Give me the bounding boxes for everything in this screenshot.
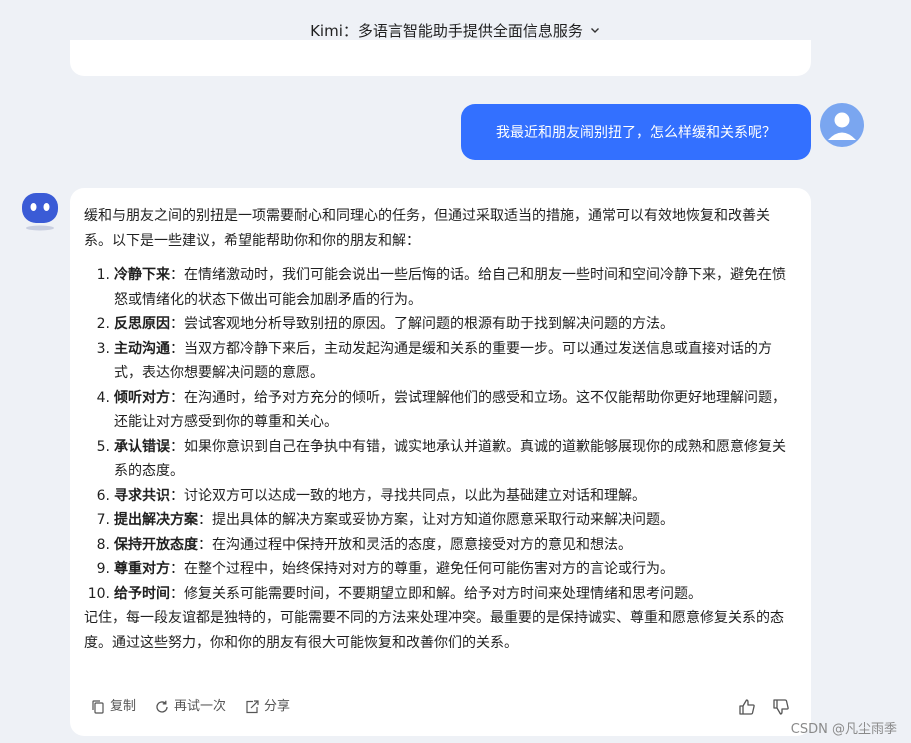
tip-title: 冷静下来: [114, 267, 170, 283]
list-item: 3. 主动沟通：当双方都冷静下来后，主动发起沟通是缓和关系的重要一步。可以通过发送…: [84, 337, 797, 386]
answer-action-bar: 复制 再试一次 分享: [90, 696, 791, 718]
thumbs-up-icon[interactable]: [737, 697, 757, 717]
user-message-bubble: 我最近和朋友闹别扭了，怎么样缓和关系呢？: [461, 104, 811, 160]
thumbs-down-icon[interactable]: [771, 697, 791, 717]
tip-title: 倾听对方: [114, 389, 170, 406]
tip-title: 主动沟通: [114, 340, 170, 357]
tip-text: ：在整个过程中，始终保持对对方的尊重，避免任何可能伤害对方的言论或行为。: [170, 561, 674, 577]
retry-label: 再试一次: [174, 698, 227, 714]
retry-icon: [156, 700, 168, 713]
tip-title: 给予时间: [114, 585, 170, 602]
retry-button[interactable]: 再试一次: [154, 695, 226, 720]
list-item: 8. 保持开放态度：在沟通过程中保持开放和灵活的态度，愿意接受对方的意见和想法。: [84, 533, 797, 558]
chat-title: Kimi：多语言智能助手提供全面信息服务: [310, 21, 583, 40]
tip-text: ：在情绪激动时，我们可能会说出一些后悔的话。给自己和朋友一些时间和空间冷静下来，…: [114, 267, 786, 308]
list-number: 2.: [96, 316, 110, 332]
list-number: 6.: [96, 487, 110, 504]
list-number: 5.: [96, 438, 110, 455]
tip-text: ：在沟通过程中保持开放和灵活的态度，愿意接受对方的意见和想法。: [198, 536, 632, 553]
list-item: 5. 承认错误：如果你意识到自己在争执中有错，诚实地承认并道歉。真诚的道歉能够展现…: [84, 435, 797, 484]
tips-list: 1. 冷静下来：在情绪激动时，我们可能会说出一些后悔的话。给自己和朋友一些时间和空…: [84, 263, 797, 606]
share-button[interactable]: 分享: [244, 695, 290, 720]
list-item: 4. 倾听对方：在沟通时，给予对方充分的倾听，尝试理解他们的感受和立场。这不仅能帮…: [84, 386, 797, 435]
user-avatar-icon: [820, 103, 864, 147]
assistant-answer-card: 缓和与朋友之间的别扭是一项需要耐心和同理心的任务，但通过采取适当的措施，通常可以…: [70, 188, 811, 736]
tip-title: 承认错误: [114, 438, 170, 455]
answer-intro: 缓和与朋友之间的别扭是一项需要耐心和同理心的任务，但通过采取适当的措施，通常可以…: [84, 208, 770, 249]
copy-icon: [92, 700, 104, 714]
share-label: 分享: [264, 698, 291, 714]
list-item: 6. 寻求共识：讨论双方可以达成一致的地方，寻找共同点，以此为基础建立对话和理解。: [84, 484, 797, 509]
watermark: CSDN @凡尘雨季: [790, 722, 897, 737]
list-item: 7. 提出解决方案：提出具体的解决方案或妥协方案，让对方知道你愿意采取行动来解决问…: [84, 508, 797, 533]
tip-title: 提出解决方案: [114, 512, 198, 528]
tip-title: 尊重对方: [114, 561, 170, 577]
tip-text: ：在沟通时，给予对方充分的倾听，尝试理解他们的感受和立场。这不仅能帮助你更好地理…: [114, 389, 786, 431]
list-number: 8.: [96, 536, 110, 553]
copy-button[interactable]: 复制: [90, 695, 136, 720]
tip-text: ：当双方都冷静下来后，主动发起沟通是缓和关系的重要一步。可以通过发送信息或直接对…: [114, 340, 772, 382]
list-number: 1.: [96, 267, 110, 283]
list-number: 7.: [96, 512, 110, 528]
tip-text: ：提出具体的解决方案或妥协方案，让对方知道你愿意采取行动来解决问题。: [198, 512, 674, 528]
list-item: 10. 给予时间：修复关系可能需要时间，不要期望立即和解。给予对方时间来处理情绪和…: [84, 582, 797, 607]
user-message-text: 我最近和朋友闹别扭了，怎么样缓和关系呢？: [496, 125, 776, 141]
chevron-down-icon[interactable]: [589, 24, 601, 36]
copy-label: 复制: [110, 698, 137, 714]
share-icon: [246, 700, 259, 714]
previous-message-card: [70, 40, 811, 76]
tip-text: ：讨论双方可以达成一致的地方，寻找共同点，以此为基础建立对话和理解。: [170, 487, 646, 504]
tip-text: ：尝试客观地分析导致别扭的原因。了解问题的根源有助于找到解决问题的方法。: [170, 316, 674, 332]
list-number: 4.: [96, 389, 110, 406]
list-number: 9.: [96, 561, 110, 577]
tip-title: 反思原因: [114, 316, 170, 332]
list-item: 9. 尊重对方：在整个过程中，始终保持对对方的尊重，避免任何可能伤害对方的言论或行…: [84, 557, 797, 582]
tip-title: 寻求共识: [114, 487, 170, 504]
kimi-bot-icon: [20, 190, 60, 231]
list-item: 1. 冷静下来：在情绪激动时，我们可能会说出一些后悔的话。给自己和朋友一些时间和空…: [84, 263, 797, 312]
tip-title: 保持开放态度: [114, 536, 198, 553]
list-number: 3.: [96, 340, 110, 357]
tip-text: ：如果你意识到自己在争执中有错，诚实地承认并道歉。真诚的道歉能够展现你的成熟和愿…: [114, 438, 786, 480]
tip-text: ：修复关系可能需要时间，不要期望立即和解。给予对方时间来处理情绪和思考问题。: [170, 585, 702, 602]
list-item: 2. 反思原因：尝试客观地分析导致别扭的原因。了解问题的根源有助于找到解决问题的方…: [84, 312, 797, 337]
answer-outro: 记住，每一段友谊都是独特的，可能需要不同的方法来处理冲突。最重要的是保持诚实、尊…: [84, 610, 784, 651]
list-number: 10.: [87, 585, 110, 602]
